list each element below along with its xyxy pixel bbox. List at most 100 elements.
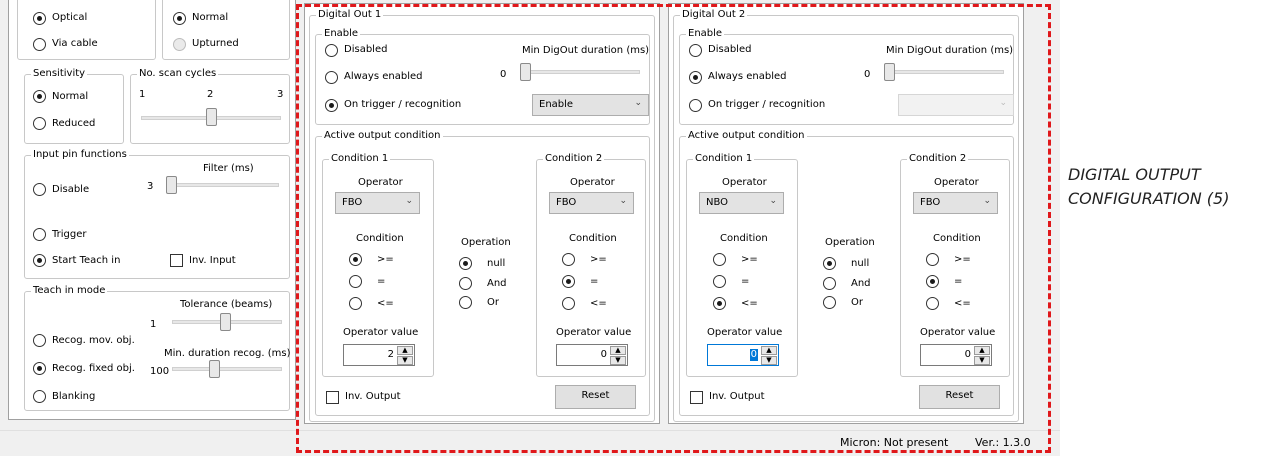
radio-sensitivity-reduced[interactable] bbox=[33, 117, 46, 130]
do1-enable-dropdown-value: Enable bbox=[539, 99, 574, 110]
do2-c2-radio-gte[interactable] bbox=[926, 253, 939, 266]
arrow-down-icon[interactable]: ▼ bbox=[974, 356, 990, 365]
radio-via-cable[interactable] bbox=[33, 38, 46, 51]
do2-c2-operator-label: Operator bbox=[934, 177, 979, 188]
label-input-trigger: Trigger bbox=[52, 229, 87, 240]
do2-active-condition-title: Active output condition bbox=[686, 130, 807, 142]
do1-enable-dropdown[interactable]: Enable ⌄ bbox=[532, 94, 649, 116]
group-orientation bbox=[162, 0, 290, 60]
do2-c1-operator-dropdown[interactable]: NBO ⌄ bbox=[699, 192, 784, 214]
do1-c1-radio-eq[interactable] bbox=[349, 275, 362, 288]
do2-enable-title: Enable bbox=[686, 28, 725, 40]
do1-radio-disabled[interactable] bbox=[325, 44, 338, 57]
arrow-down-icon[interactable]: ▼ bbox=[610, 356, 626, 365]
input-pin-title: Input pin functions bbox=[31, 149, 129, 161]
arrow-up-icon[interactable]: ▲ bbox=[974, 346, 990, 355]
scan-cycles-thumb[interactable] bbox=[206, 108, 217, 126]
do2-c1-radio-eq[interactable] bbox=[713, 275, 726, 288]
filter-slider[interactable] bbox=[166, 183, 279, 187]
tolerance-thumb[interactable] bbox=[220, 313, 231, 331]
do1-min-duration-slider[interactable] bbox=[520, 70, 640, 74]
chevron-down-icon: ⌄ bbox=[405, 196, 413, 206]
do2-enable-dropdown[interactable]: ⌄ bbox=[898, 94, 1014, 116]
radio-optical[interactable] bbox=[33, 12, 46, 25]
chevron-down-icon: ⌄ bbox=[983, 196, 991, 206]
do2-c2-label-gte: >= bbox=[954, 254, 971, 265]
do2-c2-radio-lte[interactable] bbox=[926, 297, 939, 310]
do1-c1-operator-dropdown[interactable]: FBO ⌄ bbox=[335, 192, 420, 214]
label-recog-fixed-obj: Recog. fixed obj. bbox=[52, 363, 135, 374]
radio-normal-orientation[interactable] bbox=[173, 12, 186, 25]
do2-radio-always-enabled[interactable] bbox=[689, 71, 702, 84]
sensitivity-title: Sensitivity bbox=[31, 68, 88, 80]
do2-operation-radio-or[interactable] bbox=[823, 296, 836, 309]
min-duration-slider[interactable] bbox=[172, 367, 282, 371]
do1-c2-operator-dropdown[interactable]: FBO ⌄ bbox=[549, 192, 634, 214]
do2-inv-output-checkbox[interactable] bbox=[690, 391, 703, 404]
label-start-teach-in: Start Teach in bbox=[52, 255, 121, 266]
arrow-up-icon[interactable]: ▲ bbox=[397, 346, 413, 355]
radio-recog-mov-obj[interactable] bbox=[33, 334, 46, 347]
do1-c2-radio-eq[interactable] bbox=[562, 275, 575, 288]
annotation-line-2: CONFIGURATION (5) bbox=[1068, 189, 1230, 208]
radio-input-trigger[interactable] bbox=[33, 228, 46, 241]
do1-c2-radio-gte[interactable] bbox=[562, 253, 575, 266]
do1-c1-value: 2 bbox=[387, 349, 394, 360]
radio-recog-fixed-obj[interactable] bbox=[33, 362, 46, 375]
do2-c2-radio-eq[interactable] bbox=[926, 275, 939, 288]
label-optical: Optical bbox=[52, 12, 88, 23]
do2-min-duration-thumb[interactable] bbox=[884, 63, 895, 81]
do2-operation-radio-null[interactable] bbox=[823, 257, 836, 270]
do1-radio-always-enabled[interactable] bbox=[325, 71, 338, 84]
do1-operation-radio-and[interactable] bbox=[459, 277, 472, 290]
do2-radio-disabled[interactable] bbox=[689, 44, 702, 57]
arrow-up-icon[interactable]: ▲ bbox=[761, 346, 777, 355]
do1-inv-output-checkbox[interactable] bbox=[326, 391, 339, 404]
do2-c1-label-gte: >= bbox=[741, 254, 758, 265]
do1-c2-value-spinner[interactable]: 0 ▲ ▼ bbox=[556, 344, 628, 366]
teach-in-title: Teach in mode bbox=[31, 285, 108, 297]
filter-thumb[interactable] bbox=[166, 176, 177, 194]
do2-min-duration-slider[interactable] bbox=[884, 70, 1004, 74]
do1-c1-value-spinner[interactable]: 2 ▲ ▼ bbox=[343, 344, 415, 366]
radio-input-disable[interactable] bbox=[33, 183, 46, 196]
do2-c1-radio-lte[interactable] bbox=[713, 297, 726, 310]
radio-start-teach-in[interactable] bbox=[33, 254, 46, 267]
do1-c2-label-lte: <= bbox=[590, 298, 607, 309]
radio-sensitivity-normal[interactable] bbox=[33, 90, 46, 103]
do1-min-duration-thumb[interactable] bbox=[520, 63, 531, 81]
radio-blanking[interactable] bbox=[33, 390, 46, 403]
do2-min-duration-value: 0 bbox=[864, 69, 871, 80]
chevron-down-icon: ⌄ bbox=[634, 98, 642, 108]
do1-c2-value-label: Operator value bbox=[556, 327, 632, 338]
do1-c2-operator-label: Operator bbox=[570, 177, 615, 188]
do2-c1-value-spinner[interactable]: 0 ▲ ▼ bbox=[707, 344, 779, 366]
scan-cycles-title: No. scan cycles bbox=[137, 68, 219, 80]
radio-upturned[interactable] bbox=[173, 38, 186, 51]
do2-c2-title: Condition 2 bbox=[907, 153, 969, 165]
do1-c2-value: 0 bbox=[600, 349, 607, 360]
min-duration-thumb[interactable] bbox=[209, 360, 220, 378]
scan-mid-label: 2 bbox=[207, 89, 214, 100]
do1-c1-radio-lte[interactable] bbox=[349, 297, 362, 310]
arrow-down-icon[interactable]: ▼ bbox=[761, 356, 777, 365]
do2-reset-button[interactable]: Reset bbox=[919, 385, 1000, 409]
do2-operation-radio-and[interactable] bbox=[823, 277, 836, 290]
do1-operation-radio-null[interactable] bbox=[459, 257, 472, 270]
do2-c1-radio-gte[interactable] bbox=[713, 253, 726, 266]
inv-input-checkbox[interactable] bbox=[170, 254, 183, 267]
do2-radio-on-trigger[interactable] bbox=[689, 99, 702, 112]
arrow-down-icon[interactable]: ▼ bbox=[397, 356, 413, 365]
do1-radio-on-trigger[interactable] bbox=[325, 99, 338, 112]
do1-operation-radio-or[interactable] bbox=[459, 296, 472, 309]
do1-reset-button[interactable]: Reset bbox=[555, 385, 636, 409]
do2-c2-value-spinner[interactable]: 0 ▲ ▼ bbox=[920, 344, 992, 366]
do1-c2-radio-lte[interactable] bbox=[562, 297, 575, 310]
do2-c1-condition-label: Condition bbox=[720, 233, 768, 244]
do2-c2-operator-dropdown[interactable]: FBO ⌄ bbox=[913, 192, 998, 214]
do1-c1-radio-gte[interactable] bbox=[349, 253, 362, 266]
arrow-up-icon[interactable]: ▲ bbox=[610, 346, 626, 355]
do1-c2-condition-label: Condition bbox=[569, 233, 617, 244]
do1-c1-value-label: Operator value bbox=[343, 327, 419, 338]
group-source bbox=[17, 0, 156, 60]
